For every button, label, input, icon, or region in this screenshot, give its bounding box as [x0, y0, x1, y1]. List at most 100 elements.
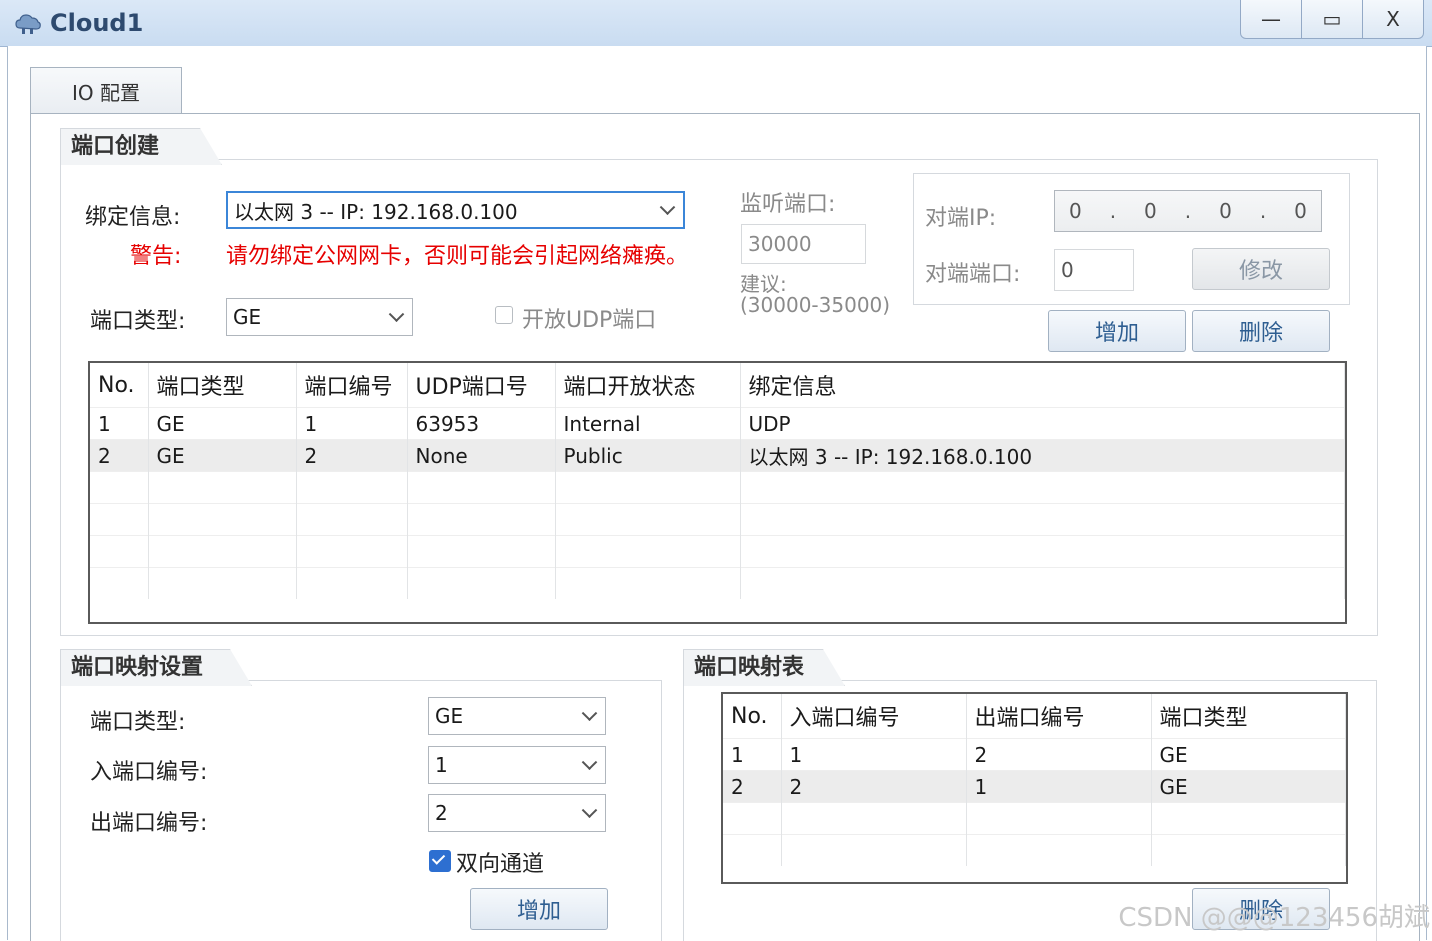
port-type-label: 端口类型:: [90, 303, 185, 335]
add-mapping-button[interactable]: 增加: [470, 888, 608, 930]
table-cell: GE: [148, 408, 296, 440]
ip-octet-4: 0: [1294, 199, 1307, 223]
table-cell: 1: [90, 408, 148, 440]
column-header[interactable]: 端口类型: [1151, 694, 1346, 739]
open-udp-label: 开放UDP端口: [522, 302, 656, 334]
port-map-table-legend: 端口映射表: [683, 649, 845, 686]
cloud-app-icon: [14, 8, 42, 36]
column-header[interactable]: No.: [723, 694, 781, 739]
window-title: Cloud1: [50, 9, 143, 37]
tab-io-config[interactable]: IO 配置: [30, 67, 182, 114]
modify-button[interactable]: 修改: [1192, 248, 1330, 290]
table-row-selected[interactable]: 2 2 1 GE: [723, 771, 1346, 803]
ip-dot: .: [1110, 199, 1116, 223]
table-cell: GE: [1151, 739, 1346, 771]
ip-octet-2: 0: [1144, 199, 1157, 223]
empty-row: [90, 504, 1345, 536]
out-port-label: 出端口编号:: [90, 805, 207, 837]
chevron-down-icon: [582, 802, 598, 818]
table-header-row: No. 端口类型 端口编号 UDP端口号 端口开放状态 绑定信息: [90, 363, 1345, 408]
bind-info-select[interactable]: 以太网 3 -- IP: 192.168.0.100: [226, 191, 685, 229]
table-row-selected[interactable]: 2 GE 2 None Public 以太网 3 -- IP: 192.168.…: [90, 440, 1345, 472]
bind-info-value: 以太网 3 -- IP: 192.168.0.100: [234, 196, 518, 225]
column-header[interactable]: 绑定信息: [740, 363, 1345, 408]
table-cell: 以太网 3 -- IP: 192.168.0.100: [740, 440, 1345, 472]
table-cell: None: [407, 440, 555, 472]
ip-octet-3: 0: [1219, 199, 1232, 223]
title-bar: [0, 0, 1432, 47]
ip-octet-1: 0: [1069, 199, 1082, 223]
table-cell: 1: [296, 408, 407, 440]
empty-row: [90, 472, 1345, 504]
port-map-settings-legend: 端口映射设置: [60, 649, 252, 686]
table-cell: 2: [296, 440, 407, 472]
chevron-down-icon: [582, 705, 598, 721]
column-header[interactable]: 端口开放状态: [555, 363, 740, 408]
table-cell: Internal: [555, 408, 740, 440]
table-cell: GE: [1151, 771, 1346, 803]
map-type-label: 端口类型:: [90, 704, 185, 736]
table-cell: 1: [966, 771, 1151, 803]
watermark-text: CSDN @@@123456胡斌: [1118, 897, 1430, 934]
port-map-table-grid: No. 入端口编号 出端口编号 端口类型 1 1 2 GE 2 2 1 GE: [723, 694, 1346, 866]
peer-ip-label: 对端IP:: [925, 200, 996, 232]
ip-dot: .: [1185, 199, 1191, 223]
table-cell: 2: [723, 771, 781, 803]
table-cell: 1: [781, 739, 966, 771]
bind-info-label: 绑定信息:: [85, 199, 180, 231]
chevron-down-icon: [389, 306, 405, 322]
column-header[interactable]: 入端口编号: [781, 694, 966, 739]
table-cell: 1: [723, 739, 781, 771]
column-header[interactable]: 端口编号: [296, 363, 407, 408]
suggest-range: (30000-35000): [740, 293, 890, 317]
table-cell: GE: [148, 440, 296, 472]
minimize-button[interactable]: —: [1241, 0, 1302, 38]
bidirectional-label: 双向通道: [456, 846, 544, 878]
peer-ip-input[interactable]: 0 . 0 . 0 . 0: [1054, 190, 1322, 232]
port-type-select[interactable]: GE: [226, 298, 413, 336]
column-header[interactable]: 端口类型: [148, 363, 296, 408]
open-udp-checkbox[interactable]: [495, 306, 513, 324]
port-type-value: GE: [233, 305, 261, 329]
port-table-grid: No. 端口类型 端口编号 UDP端口号 端口开放状态 绑定信息 1 GE 1 …: [90, 363, 1345, 599]
in-port-value: 1: [435, 753, 448, 777]
delete-port-button[interactable]: 删除: [1192, 310, 1330, 352]
table-cell: UDP: [740, 408, 1345, 440]
ip-dot: .: [1260, 199, 1266, 223]
table-cell: 2: [90, 440, 148, 472]
peer-port-input[interactable]: 0: [1054, 249, 1134, 291]
table-row[interactable]: 1 1 2 GE: [723, 739, 1346, 771]
window-controls: — ▭ X: [1240, 0, 1424, 39]
column-header[interactable]: No.: [90, 363, 148, 408]
warning-text: 请勿绑定公网网卡，否则可能会引起网络瘫痪。: [226, 238, 688, 270]
empty-row: [90, 568, 1345, 600]
map-type-value: GE: [435, 704, 463, 728]
empty-row: [723, 835, 1346, 867]
warning-label: 警告:: [130, 238, 181, 270]
peer-port-label: 对端端口:: [925, 256, 1020, 288]
in-port-label: 入端口编号:: [90, 754, 207, 786]
column-header[interactable]: UDP端口号: [407, 363, 555, 408]
chevron-down-icon: [660, 199, 676, 215]
bidirectional-checkbox[interactable]: [429, 850, 451, 872]
maximize-button[interactable]: ▭: [1302, 0, 1363, 38]
table-cell: 2: [781, 771, 966, 803]
port-table: No. 端口类型 端口编号 UDP端口号 端口开放状态 绑定信息 1 GE 1 …: [88, 361, 1347, 624]
port-map-table: No. 入端口编号 出端口编号 端口类型 1 1 2 GE 2 2 1 GE: [721, 692, 1348, 884]
table-row[interactable]: 1 GE 1 63953 Internal UDP: [90, 408, 1345, 440]
out-port-select[interactable]: 2: [428, 794, 606, 832]
port-create-legend: 端口创建: [60, 128, 222, 165]
column-header[interactable]: 出端口编号: [966, 694, 1151, 739]
table-cell: 63953: [407, 408, 555, 440]
listen-port-input[interactable]: 30000: [741, 224, 866, 264]
in-port-select[interactable]: 1: [428, 746, 606, 784]
table-cell: 2: [966, 739, 1151, 771]
out-port-value: 2: [435, 801, 448, 825]
add-port-button[interactable]: 增加: [1048, 310, 1186, 352]
table-cell: Public: [555, 440, 740, 472]
map-type-select[interactable]: GE: [428, 697, 606, 735]
table-header-row: No. 入端口编号 出端口编号 端口类型: [723, 694, 1346, 739]
empty-row: [723, 803, 1346, 835]
empty-row: [90, 536, 1345, 568]
close-button[interactable]: X: [1363, 0, 1423, 38]
